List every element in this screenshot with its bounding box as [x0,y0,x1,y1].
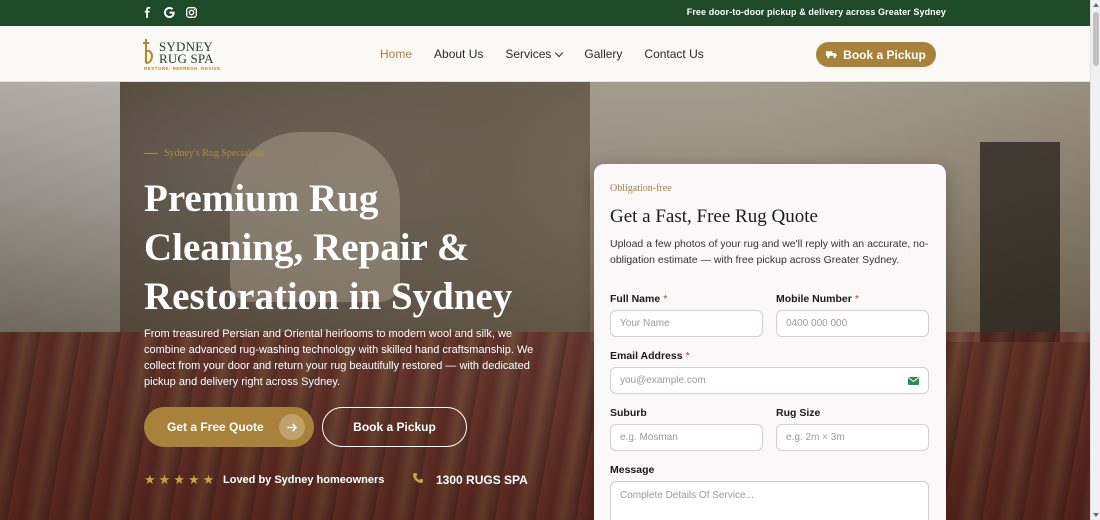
get-free-quote-label: Get a Free Quote [167,420,264,434]
quote-form-card: Obligation-free Get a Fast, Free Rug Quo… [594,164,946,520]
full-name-label: Full Name * [610,293,667,305]
scroll-down-icon[interactable] [1093,513,1099,517]
social-links [142,6,198,20]
main-nav: Home About Us Services Gallery Contact U… [380,47,726,61]
top-bar: Free door-to-door pickup & delivery acro… [0,0,1090,26]
facebook-icon[interactable] [142,6,154,20]
scroll-up-icon[interactable] [1093,3,1099,7]
book-pickup-header-button[interactable]: Book a Pickup [816,42,936,67]
instagram-icon[interactable] [186,6,198,20]
email-input[interactable]: you@example.com [610,367,929,394]
nav-services[interactable]: Services [505,47,564,61]
logo-mark-icon [143,39,153,64]
mobile-label: Mobile Number * [776,293,859,305]
nav-contact-us[interactable]: Contact Us [644,47,703,61]
required-mark: * [685,350,690,362]
hero-title-line: Restoration in Sydney [144,275,513,318]
scrollbar-thumb[interactable] [1093,12,1099,66]
full-name-label-text: Full Name [610,293,661,305]
rating-stars: ★ ★ ★ ★ ★ [144,473,214,487]
site-header: SYDNEY RUG SPA RESTORE. REFRESH. REVIVE.… [0,26,1090,82]
star-icon: ★ [144,472,156,487]
book-pickup-header-label: Book a Pickup [843,47,926,62]
kicker-line [144,153,158,154]
site-logo[interactable]: SYDNEY RUG SPA RESTORE. REFRESH. REVIVE. [142,37,222,73]
get-free-quote-button[interactable]: Get a Free Quote [144,407,314,447]
email-label: Email Address * [610,350,690,362]
email-placeholder: you@example.com [620,375,706,386]
message-textarea[interactable]: Complete Details Of Service... [610,481,929,520]
hero-background-fireplace [980,142,1060,342]
rug-size-label: Rug Size [776,407,821,419]
logo-tagline: RESTORE. REFRESH. REVIVE. [144,66,223,71]
nav-about-us[interactable]: About Us [434,47,483,61]
star-icon: ★ [158,472,171,487]
hero-title-line: Premium Rug [144,177,379,220]
nav-services-label: Services [505,47,552,61]
page-scrollbar[interactable] [1090,0,1100,520]
phone-icon [413,473,423,483]
rug-size-input[interactable]: e.g. 2m × 3m [776,424,929,451]
star-icon: ★ [202,472,215,487]
star-icon: ★ [173,472,185,487]
full-name-input[interactable]: Your Name [610,310,763,337]
hero-kicker-text: Sydney's Rug Specialists [164,148,265,159]
quote-eyebrow: Obligation-free [610,183,672,194]
google-icon[interactable] [164,6,176,20]
hero-title: Premium Rug Cleaning, Repair & Restorati… [144,174,574,321]
mobile-label-text: Mobile Number [776,293,852,305]
suburb-input[interactable]: e.g. Mosman [610,424,763,451]
nav-home[interactable]: Home [380,47,412,61]
quote-subtitle: Upload a few photos of your rug and we'l… [610,238,929,266]
hero-title-line: Cleaning, Repair & [144,226,470,269]
suburb-label: Suburb [610,407,647,419]
hero-kicker: Sydney's Rug Specialists [144,148,264,159]
arrow-right-icon [279,414,305,440]
mail-icon [908,377,919,385]
truck-icon [826,51,838,59]
chevron-down-icon [555,48,564,58]
required-mark: * [663,293,668,305]
hero-background-window [0,82,120,332]
email-label-text: Email Address [610,350,683,362]
mobile-input[interactable]: 0400 000 000 [776,310,929,337]
star-icon: ★ [187,472,200,487]
rating-text: Loved by Sydney homeowners [223,474,385,486]
phone-number-link[interactable]: 1300 RUGS SPA [436,473,528,487]
book-pickup-hero-button[interactable]: Book a Pickup [322,407,467,447]
quote-title: Get a Fast, Free Rug Quote [610,206,818,227]
nav-gallery[interactable]: Gallery [584,47,622,61]
promo-text: Free door-to-door pickup & delivery acro… [686,7,946,17]
logo-text-line2: RUG SPA [159,51,214,66]
hero-description: From treasured Persian and Oriental heir… [144,328,534,388]
message-label: Message [610,464,655,476]
required-mark: * [854,293,859,305]
